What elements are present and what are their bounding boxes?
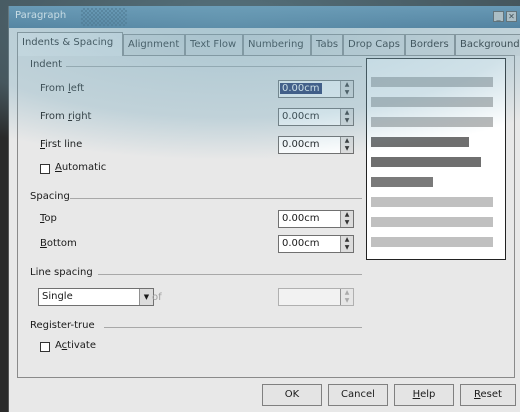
top-label: Top xyxy=(40,213,57,224)
from-right-spinbox[interactable]: 0.00cm ▲ ▼ xyxy=(278,108,354,126)
spin-arrows-icon[interactable]: ▲ ▼ xyxy=(340,137,353,153)
preview-current-line xyxy=(371,157,481,167)
tab-background[interactable]: Background xyxy=(455,34,520,56)
reset-button[interactable]: Reset xyxy=(460,384,516,406)
chevron-down-icon[interactable]: ▼ xyxy=(139,289,153,305)
tab-alignment[interactable]: Alignment xyxy=(123,34,185,56)
ok-button[interactable]: OK xyxy=(262,384,322,406)
paragraph-preview xyxy=(366,58,506,260)
preview-line xyxy=(371,97,493,107)
from-left-label: From left xyxy=(40,83,85,94)
cancel-button[interactable]: Cancel xyxy=(328,384,388,406)
spin-arrows-icon: ▲ ▼ xyxy=(340,289,353,305)
tab-label: Borders xyxy=(410,39,449,50)
tab-drop-caps[interactable]: Drop Caps xyxy=(343,34,405,56)
preview-line xyxy=(371,117,493,127)
top-value[interactable]: 0.00cm xyxy=(282,213,320,224)
spin-arrows-icon[interactable]: ▲ ▼ xyxy=(340,211,353,227)
tab-borders[interactable]: Borders xyxy=(405,34,455,56)
preview-line xyxy=(371,77,493,87)
preview-line xyxy=(371,217,493,227)
activate-label: Activate xyxy=(55,340,96,351)
spin-arrows-icon[interactable]: ▲ ▼ xyxy=(340,109,353,125)
register-true-heading: Register-true xyxy=(30,320,95,331)
spin-arrows-icon[interactable]: ▲ ▼ xyxy=(340,81,353,97)
minimize-icon[interactable]: _ xyxy=(493,11,504,22)
titlebar-pattern xyxy=(81,8,127,26)
bottom-value[interactable]: 0.00cm xyxy=(282,238,320,249)
preview-line xyxy=(371,237,493,247)
tab-text-flow[interactable]: Text Flow xyxy=(185,34,243,56)
of-label: of xyxy=(152,292,162,303)
help-button[interactable]: Help xyxy=(394,384,454,406)
line-spacing-heading: Line spacing xyxy=(30,267,93,278)
from-left-spinbox[interactable]: 0.00cm ▲ ▼ xyxy=(278,80,354,98)
tab-label: Numbering xyxy=(248,39,304,50)
close-icon[interactable]: ✕ xyxy=(506,11,517,22)
indent-heading: Indent xyxy=(30,59,62,70)
line-spacing-select[interactable]: Single ▼ xyxy=(38,288,154,306)
preview-line xyxy=(371,197,493,207)
preview-current-line xyxy=(371,137,469,147)
bottom-spinbox[interactable]: 0.00cm ▲ ▼ xyxy=(278,235,354,253)
tab-tabs[interactable]: Tabs xyxy=(311,34,343,56)
tab-label: Background xyxy=(460,39,520,50)
from-right-label: From right xyxy=(40,111,92,122)
from-left-value[interactable]: 0.00cm xyxy=(280,83,322,94)
tab-label: Indents & Spacing xyxy=(22,37,114,48)
first-line-spinbox[interactable]: 0.00cm ▲ ▼ xyxy=(278,136,354,154)
section-title: Indent xyxy=(30,59,63,70)
from-right-value[interactable]: 0.00cm xyxy=(282,111,320,122)
tab-indents-spacing[interactable]: Indents & Spacing xyxy=(17,32,123,56)
window-title: Paragraph xyxy=(15,10,67,21)
activate-checkbox[interactable] xyxy=(40,342,50,352)
automatic-checkbox[interactable] xyxy=(40,164,50,174)
line-spacing-value: Single xyxy=(42,291,73,302)
tab-label: Drop Caps xyxy=(348,39,400,50)
preview-current-line xyxy=(371,177,433,187)
top-spinbox[interactable]: 0.00cm ▲ ▼ xyxy=(278,210,354,228)
tab-label: Tabs xyxy=(316,39,339,50)
spacing-heading: Spacing xyxy=(30,191,70,202)
tab-numbering[interactable]: Numbering xyxy=(243,34,311,56)
tab-label: Text Flow xyxy=(190,39,237,50)
spin-arrows-icon[interactable]: ▲ ▼ xyxy=(340,236,353,252)
tab-label: Alignment xyxy=(128,39,180,50)
title-bar[interactable]: Paragraph _ ✕ xyxy=(9,6,520,28)
line-spacing-amount-spinbox: ▲ ▼ xyxy=(278,288,354,306)
first-line-label: First line xyxy=(40,139,83,150)
bottom-label: Bottom xyxy=(40,238,77,249)
automatic-label: Automatic xyxy=(55,162,107,173)
first-line-value[interactable]: 0.00cm xyxy=(282,139,320,150)
